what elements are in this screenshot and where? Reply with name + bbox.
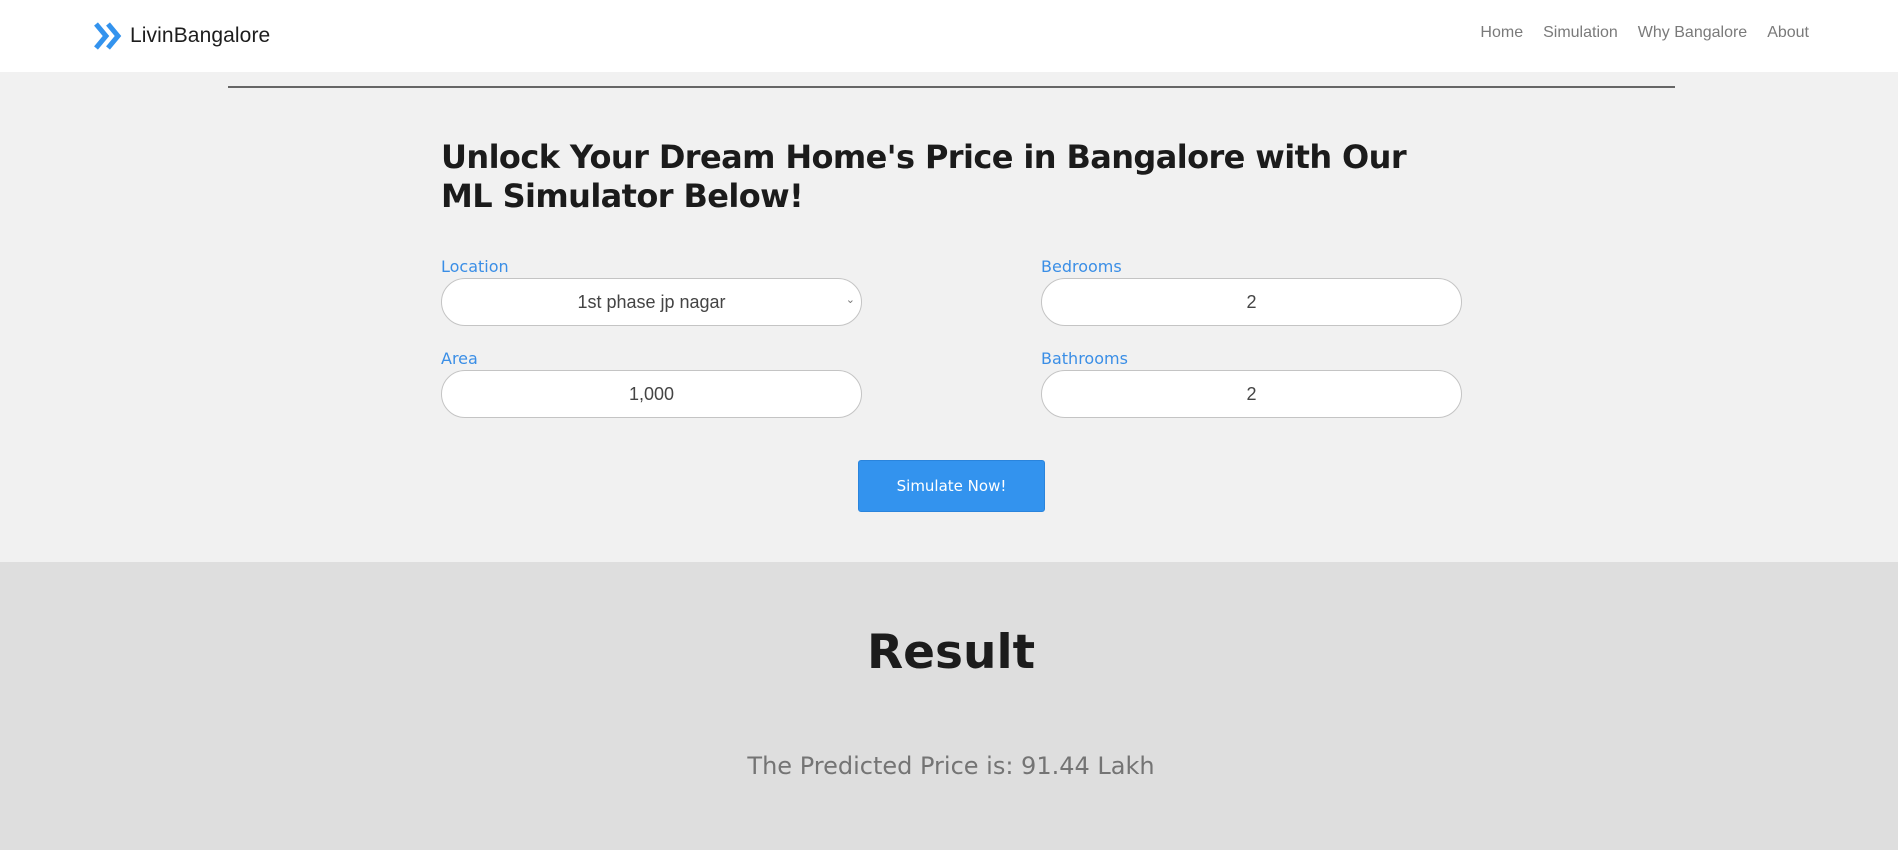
brand-logo-link[interactable]: LivinBangalore	[94, 19, 270, 53]
nav-links: Home Simulation Why Bangalore About	[1460, 24, 1809, 42]
area-value: 1,000	[628, 383, 675, 404]
navbar: LivinBangalore Home Simulation Why Banga…	[0, 0, 1898, 72]
bedrooms-field: Bedrooms 2	[1041, 256, 1462, 326]
page-title: Unlock Your Dream Home's Price in Bangal…	[441, 138, 1407, 215]
nav-link-about[interactable]: About	[1767, 24, 1809, 42]
brand-name: LivinBangalore	[130, 24, 271, 47]
bedrooms-input[interactable]: 2	[1041, 278, 1462, 326]
bathrooms-field: Bathrooms 2	[1041, 348, 1462, 418]
bathrooms-input[interactable]: 2	[1041, 370, 1462, 418]
area-field: Area 1,000	[441, 348, 862, 418]
simulator-section: Unlock Your Dream Home's Price in Bangal…	[0, 72, 1898, 562]
predicted-price-text: The Predicted Price is: 91.44 Lakh	[747, 752, 1155, 780]
nav-link-why-bangalore[interactable]: Why Bangalore	[1638, 24, 1747, 42]
nav-link-home[interactable]: Home	[1480, 24, 1523, 42]
result-title: Result	[866, 625, 1036, 680]
chevron-down-icon: ⌄	[845, 294, 855, 306]
nav-link-simulation[interactable]: Simulation	[1543, 24, 1618, 42]
divider	[228, 86, 1675, 88]
location-value: 1st phase jp nagar	[577, 291, 726, 312]
area-label: Area	[441, 349, 478, 368]
location-select[interactable]: 1st phase jp nagar ⌄	[441, 278, 862, 326]
result-section: Result The Predicted Price is: 91.44 Lak…	[0, 562, 1898, 850]
location-label: Location	[441, 257, 509, 276]
double-chevron-right-icon	[94, 21, 126, 51]
bedrooms-label: Bedrooms	[1041, 257, 1122, 276]
area-input[interactable]: 1,000	[441, 370, 862, 418]
location-field: Location 1st phase jp nagar ⌄	[441, 256, 862, 326]
bathrooms-label: Bathrooms	[1041, 349, 1128, 368]
simulate-button[interactable]: Simulate Now!	[858, 460, 1045, 512]
bathrooms-value: 2	[1246, 383, 1257, 404]
bedrooms-value: 2	[1246, 291, 1257, 312]
